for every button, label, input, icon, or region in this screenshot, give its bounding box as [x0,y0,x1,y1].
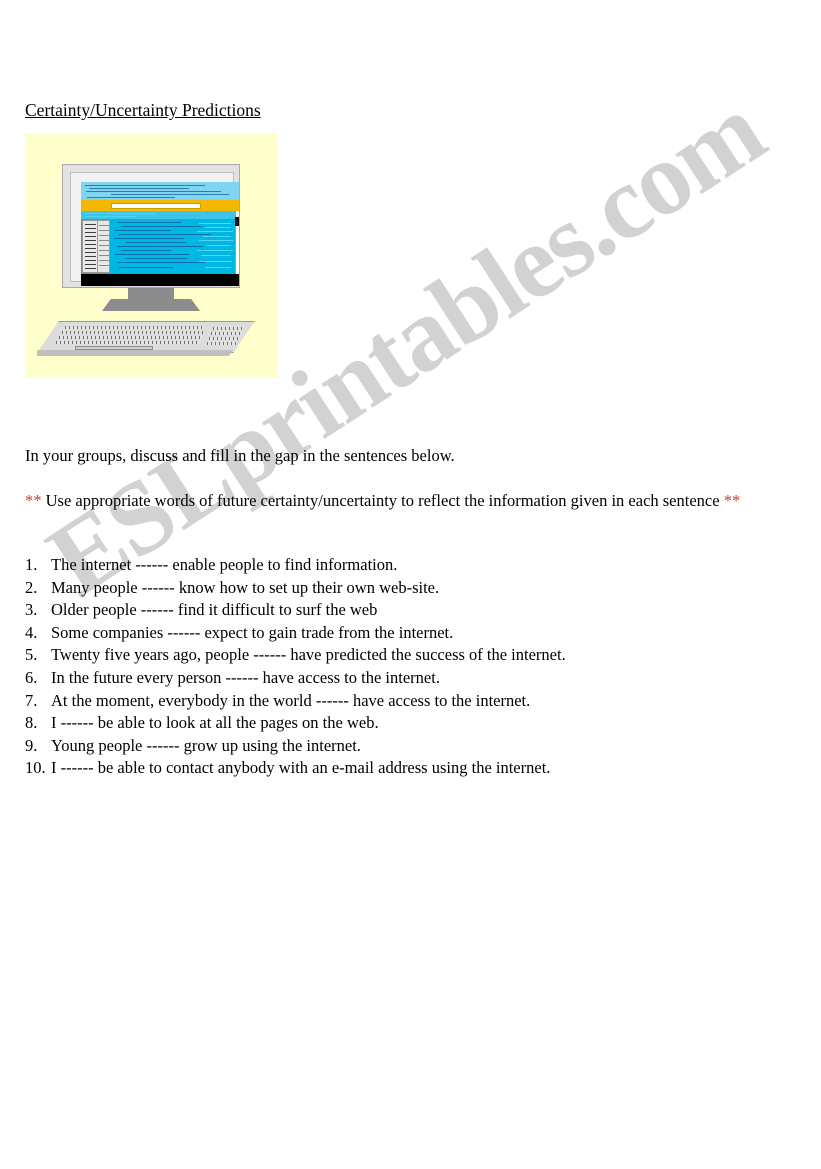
list-item: 4. Some companies ------ expect to gain … [25,622,785,645]
sentence-list: 1. The internet ------ enable people to … [25,554,785,780]
monitor-base [102,299,200,311]
monitor-neck [128,288,174,299]
note-trailing-asterisks: ** [723,491,741,510]
list-item: 1. The internet ------ enable people to … [25,554,785,577]
list-item-text: Many people ------ know how to set up th… [51,577,440,597]
list-item-number: 8. [25,713,38,733]
list-item-text: Young people ------ grow up using the in… [51,735,361,755]
list-item: 8. I ------ be able to look at all the p… [25,712,785,735]
list-item: 6. In the future every person ------ hav… [25,667,785,690]
list-item-number: 7. [25,690,38,710]
sidebar-divider [97,221,98,274]
list-item-number: 6. [25,667,38,687]
computer-clipart-image [25,133,278,378]
list-item-number: 9. [25,735,38,755]
worksheet-page: ESLprintables.com Certainty/Uncertainty … [0,0,821,1169]
page-title: Certainty/Uncertainty Predictions [25,100,261,120]
list-item: 9. Young people ------ grow up using the… [25,735,785,758]
list-item-text: I ------ be able to contact anybody with… [51,758,551,778]
list-item-text: Twenty five years ago, people ------ hav… [51,645,566,665]
list-item-text: The internet ------ enable people to fin… [51,555,398,574]
list-item-text: I ------ be able to look at all the page… [51,713,379,733]
monitor-screen [81,182,239,286]
list-item: 5. Twenty five years ago, people ------ … [25,644,785,667]
list-item: 3. Older people ------ find it difficult… [25,599,785,622]
monitor-bezel [70,172,239,286]
list-item: 10. I ------ be able to contact anybody … [25,757,785,780]
list-item-number: 4. [25,622,38,642]
list-item: 7. At the moment, everybody in the world… [25,690,785,713]
list-item-text: Older people ------ find it difficult to… [51,600,378,620]
browser-scrollbar-thumb [235,217,239,226]
list-item-number: 3. [25,600,38,620]
browser-sidebar-panel [82,220,110,274]
list-item-text: In the future every person ------ have a… [51,667,440,687]
keyboard-front-edge [37,350,234,356]
keyboard-icon [37,321,255,359]
list-item-number: 2. [25,577,38,597]
list-item-text: At the moment, everybody in the world --… [51,690,531,710]
task-note: ** Use appropriate words of future certa… [25,489,780,513]
list-item-text: Some companies ------ expect to gain tra… [51,622,454,642]
list-item-number: 1. [25,555,38,574]
browser-taskbar [81,274,239,286]
note-leading-asterisks: ** [25,491,42,510]
document-content: Certainty/Uncertainty Predictions In you… [0,0,821,1169]
browser-address-bar [111,202,201,209]
instruction-text: In your groups, discuss and fill in the … [25,446,455,465]
list-item-number: 10. [25,758,46,778]
monitor-case-icon [62,164,240,288]
list-item-number: 5. [25,645,38,665]
note-body-text: Use appropriate words of future certaint… [41,491,724,510]
list-item: 2. Many people ------ know how to set up… [25,577,785,600]
